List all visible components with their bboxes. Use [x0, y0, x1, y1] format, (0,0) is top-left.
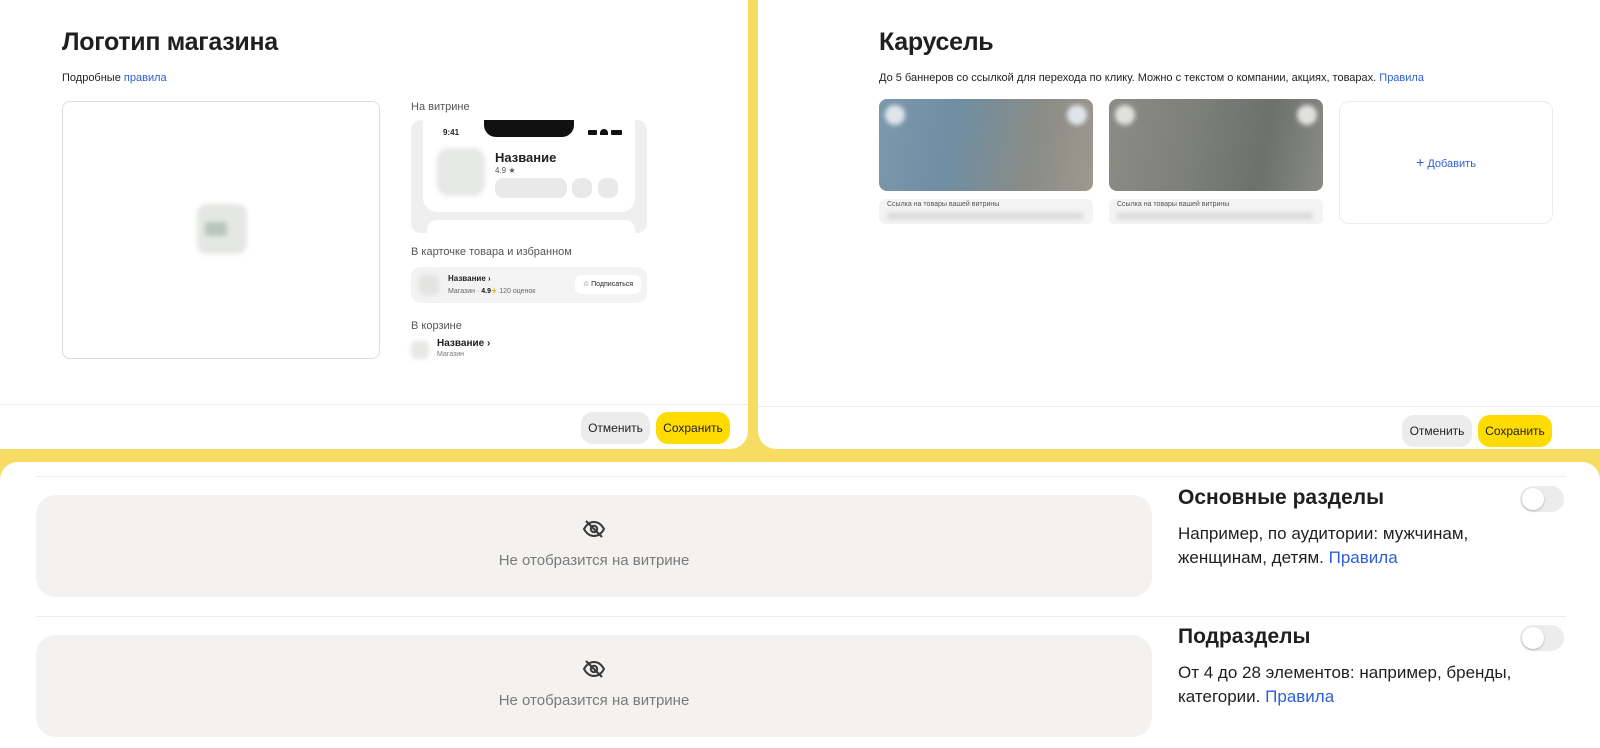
banner-link-label: Ссылка на товары вашей витрины	[1117, 201, 1230, 208]
logo-upload-area[interactable]	[62, 101, 380, 359]
banner-link-value	[1117, 213, 1313, 219]
phone-shop-name: Название	[495, 150, 557, 165]
section-title: Основные разделы	[1178, 486, 1385, 509]
subsections-toggle[interactable]	[1520, 625, 1564, 651]
logo-preview-image	[197, 204, 247, 254]
plus-icon: +	[1416, 154, 1425, 170]
placeholder-text: Не отобразится на витрине	[498, 692, 690, 709]
banner-link-field[interactable]: Ссылка на товары вашей витрины	[1109, 199, 1323, 224]
main-sections-rules-link[interactable]: Правила	[1329, 548, 1398, 567]
carousel-description-line: До 5 баннеров со ссылкой для перехода по…	[879, 72, 1424, 84]
banner-image	[1109, 99, 1323, 191]
logo-settings-panel: Логотип магазина Подробные правила На ви…	[0, 0, 748, 449]
cart-logo	[411, 341, 429, 359]
star-outline-icon: ☆	[582, 281, 590, 288]
row-divider	[36, 476, 1566, 477]
on-showcase-label: На витрине	[411, 101, 470, 113]
close-icon[interactable]	[1067, 105, 1087, 125]
phone-logo	[437, 148, 485, 196]
phone-placeholder-bar	[598, 178, 618, 198]
section-description: Например, по аудитории: мужчинам, женщин…	[1178, 524, 1469, 567]
banner-link-field[interactable]: Ссылка на товары вашей витрины	[879, 199, 1093, 224]
carousel-settings-panel: Карусель До 5 баннеров со ссылкой для пе…	[758, 0, 1600, 449]
carousel-rules-link[interactable]: Правила	[1379, 72, 1424, 84]
logo-rules-link[interactable]: правила	[124, 72, 167, 84]
product-card-shop-name: Название ›	[448, 274, 491, 283]
row-divider	[36, 616, 1566, 617]
chevron-right-icon: ›	[488, 274, 491, 283]
phone-preview: 9:41 Название 4.9 ★	[411, 120, 647, 233]
footer-divider	[0, 404, 748, 405]
cart-shop-type: Магазин	[437, 351, 465, 358]
chevron-right-icon: ›	[486, 338, 491, 349]
subsections-rules-link[interactable]: Правила	[1265, 687, 1334, 706]
banner-image	[879, 99, 1093, 191]
phone-time: 9:41	[443, 128, 460, 137]
logo-panel-title: Логотип магазина	[62, 28, 278, 56]
carousel-panel-title: Карусель	[879, 28, 994, 56]
banner-link-value	[887, 213, 1083, 219]
add-banner-button[interactable]: + Добавить	[1339, 101, 1553, 224]
section-description: От 4 до 28 элементов: например, бренды, …	[1178, 663, 1512, 706]
phone-placeholder-bar	[495, 178, 567, 198]
logo-rules-line: Подробные правила	[62, 72, 167, 84]
product-card-logo	[419, 275, 439, 295]
phone-rating: 4.9 ★	[495, 166, 516, 175]
cart-label: В корзине	[411, 320, 462, 332]
placeholder-text: Не отобразится на витрине	[498, 552, 690, 569]
banner-link-label: Ссылка на товары вашей витрины	[887, 201, 1000, 208]
subscribe-button[interactable]: ☆ Подписаться	[575, 275, 641, 294]
section-preview-placeholder: Не отобразится на витрине	[36, 495, 1152, 597]
section-preview-placeholder: Не отобразится на витрине	[36, 635, 1152, 737]
close-icon[interactable]	[885, 105, 905, 125]
eye-off-icon	[582, 520, 606, 538]
phone-notch	[484, 120, 574, 137]
main-sections-toggle[interactable]	[1520, 486, 1564, 512]
phone-status-icons	[588, 129, 622, 135]
close-icon[interactable]	[1115, 105, 1135, 125]
cart-shop-name: Название ›	[437, 338, 491, 349]
phone-placeholder-bar	[572, 178, 592, 198]
phone-second-card	[427, 220, 635, 233]
eye-off-icon	[582, 660, 606, 678]
product-card-label: В карточке товара и избранном	[411, 246, 572, 258]
footer-divider	[758, 406, 1600, 407]
banner-card[interactable]	[1109, 99, 1323, 191]
section-title: Подразделы	[1178, 625, 1311, 648]
carousel-cancel-button[interactable]: Отменить	[1402, 415, 1472, 447]
carousel-save-button[interactable]: Сохранить	[1478, 415, 1552, 447]
product-card-preview: Название › Магазин · 4.9★ 120 оценок ☆ П…	[411, 267, 647, 303]
banner-card[interactable]	[879, 99, 1093, 191]
sections-settings-panel: Не отобразится на витрине Основные разде…	[0, 462, 1600, 748]
star-icon: ★	[490, 288, 498, 295]
close-icon[interactable]	[1297, 105, 1317, 125]
product-card-meta: Магазин · 4.9★ 120 оценок	[448, 288, 536, 295]
logo-cancel-button[interactable]: Отменить	[581, 412, 650, 444]
logo-save-button[interactable]: Сохранить	[656, 412, 730, 444]
